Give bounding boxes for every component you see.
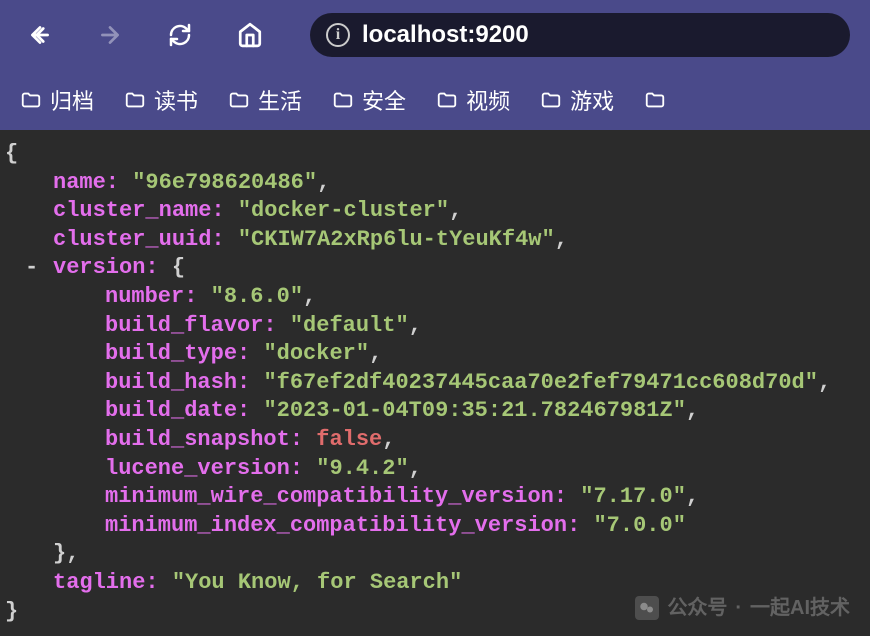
json-key: lucene_version: xyxy=(105,456,303,481)
info-icon[interactable]: i xyxy=(326,23,350,47)
url-text: localhost:9200 xyxy=(362,21,529,49)
bookmarks-bar: 归档 读书 生活 安全 视频 游戏 xyxy=(0,70,870,130)
watermark-dot: · xyxy=(735,595,742,621)
bookmark-label: 视频 xyxy=(466,84,510,116)
json-value: "CKIW7A2xRp6lu-tYeuKf4w" xyxy=(238,227,555,252)
bookmark-label: 安全 xyxy=(362,84,406,116)
browser-toolbar: i localhost:9200 xyxy=(0,0,870,70)
json-value: "7.0.0" xyxy=(593,513,685,538)
json-key: build_hash: xyxy=(105,370,250,395)
json-value: "docker-cluster" xyxy=(238,198,449,223)
bookmark-more[interactable] xyxy=(644,89,666,111)
bookmark-security[interactable]: 安全 xyxy=(332,84,406,116)
json-value: "9.4.2" xyxy=(316,456,408,481)
forward-button[interactable] xyxy=(90,15,130,55)
json-key: build_date: xyxy=(105,398,250,423)
back-button[interactable] xyxy=(20,15,60,55)
bookmark-label: 归档 xyxy=(50,84,94,116)
json-key: name: xyxy=(53,170,119,195)
wechat-icon xyxy=(635,596,659,620)
bookmark-life[interactable]: 生活 xyxy=(228,84,302,116)
json-value: "8.6.0" xyxy=(211,284,303,309)
json-key: cluster_name: xyxy=(53,198,225,223)
json-key: minimum_wire_compatibility_version: xyxy=(105,484,567,509)
bookmark-games[interactable]: 游戏 xyxy=(540,84,614,116)
json-value: "7.17.0" xyxy=(580,484,686,509)
watermark-label: 一起AI技术 xyxy=(750,595,850,621)
home-button[interactable] xyxy=(230,15,270,55)
json-key: version: xyxy=(53,255,159,280)
json-key: build_flavor: xyxy=(105,313,277,338)
bookmark-label: 游戏 xyxy=(570,84,614,116)
json-value: "docker" xyxy=(263,341,369,366)
close-brace: } xyxy=(5,599,18,624)
reload-button[interactable] xyxy=(160,15,200,55)
json-key: build_snapshot: xyxy=(105,427,303,452)
collapse-toggle[interactable]: - xyxy=(25,254,38,283)
json-key: cluster_uuid: xyxy=(53,227,225,252)
bookmark-label: 读书 xyxy=(154,84,198,116)
json-value: "default" xyxy=(290,313,409,338)
json-key: build_type: xyxy=(105,341,250,366)
json-key: number: xyxy=(105,284,197,309)
bookmark-label: 生活 xyxy=(258,84,302,116)
url-bar[interactable]: i localhost:9200 xyxy=(310,13,850,57)
json-key: tagline: xyxy=(53,570,159,595)
json-value: "You Know, for Search" xyxy=(172,570,462,595)
json-value: "96e798620486" xyxy=(132,170,317,195)
json-value: "2023-01-04T09:35:21.782467981Z" xyxy=(263,398,685,423)
json-key: minimum_index_compatibility_version: xyxy=(105,513,580,538)
json-value: false xyxy=(316,427,382,452)
bookmark-reading[interactable]: 读书 xyxy=(124,84,198,116)
bookmark-archive[interactable]: 归档 xyxy=(20,84,94,116)
open-brace: { xyxy=(5,141,18,166)
watermark-label: 公众号 xyxy=(667,595,727,621)
json-value: "f67ef2df40237445caa70e2fef79471cc608d70… xyxy=(263,370,818,395)
bookmark-video[interactable]: 视频 xyxy=(436,84,510,116)
watermark: 公众号 · 一起AI技术 xyxy=(635,595,850,621)
json-content: { name: "96e798620486", cluster_name: "d… xyxy=(0,130,870,636)
